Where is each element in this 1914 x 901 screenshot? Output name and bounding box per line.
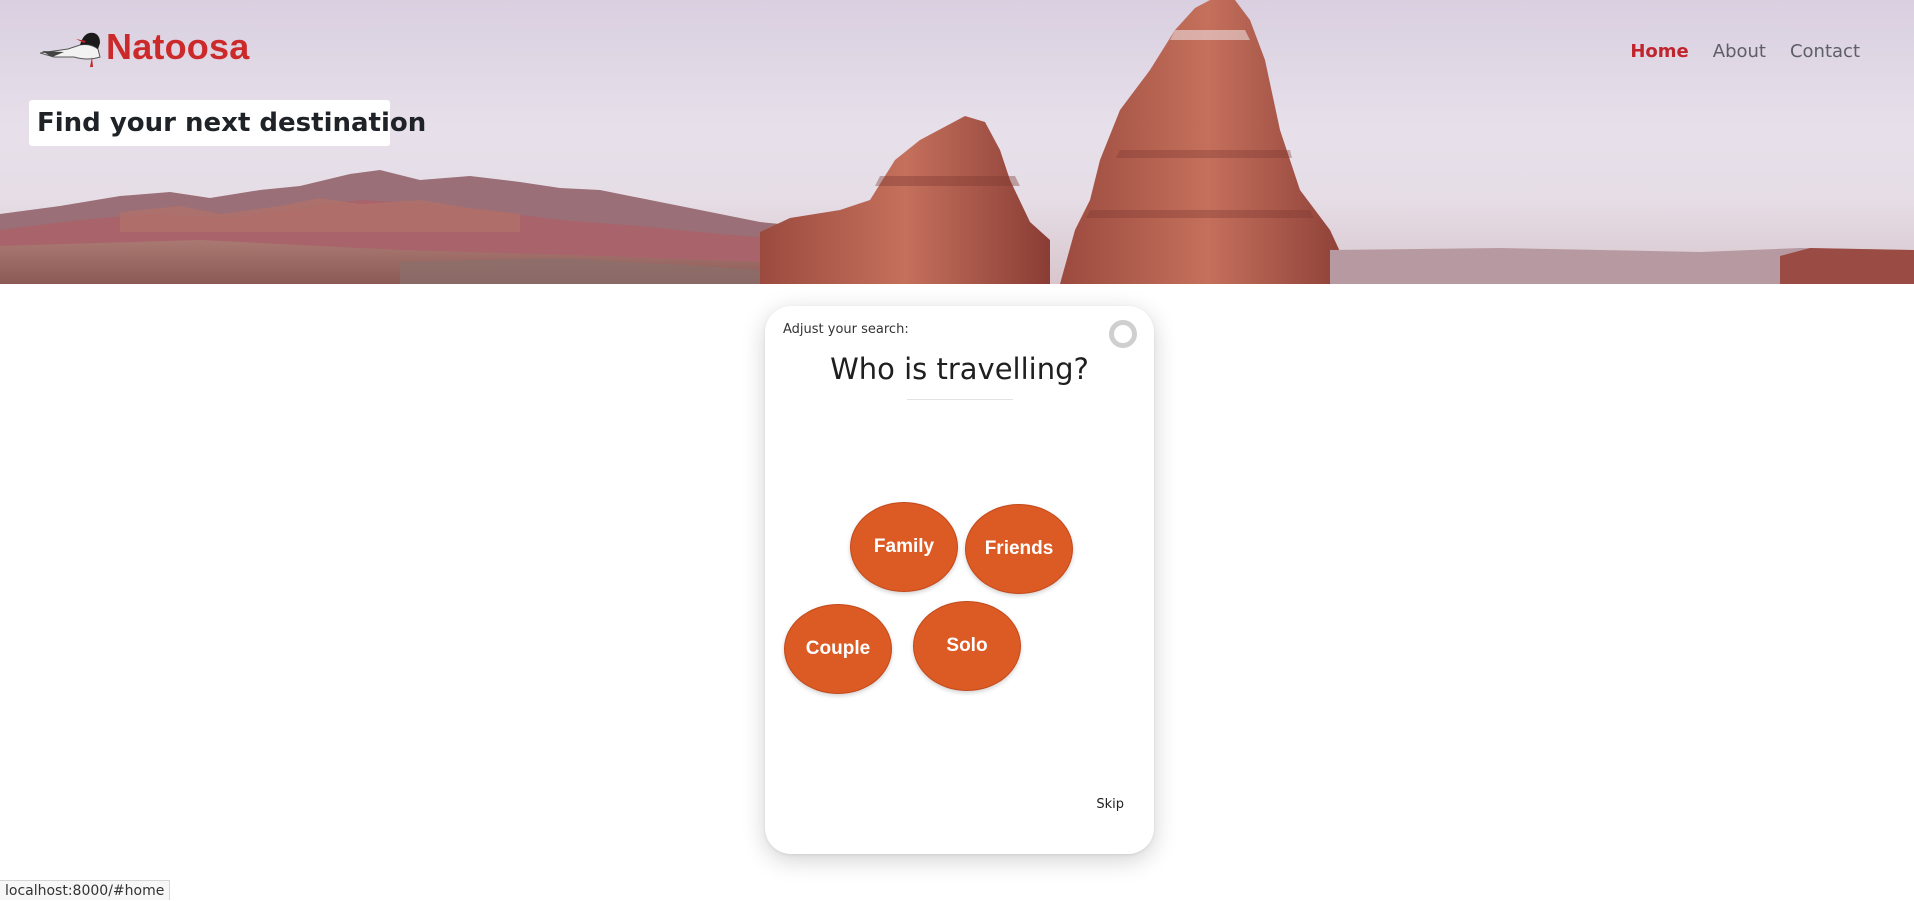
option-couple-button[interactable]: Couple — [784, 604, 892, 694]
bird-icon — [40, 27, 104, 67]
top-navigation: Home About Contact — [1630, 41, 1860, 62]
page-title: Find your next destination — [29, 100, 426, 146]
nav-contact-link[interactable]: Contact — [1790, 41, 1860, 62]
skip-button[interactable]: Skip — [1096, 797, 1124, 812]
search-adjust-card: Adjust your search: Who is travelling? F… — [765, 306, 1154, 854]
circle-close-icon[interactable] — [1109, 320, 1137, 348]
option-friends-button[interactable]: Friends — [965, 504, 1073, 594]
brand-logo[interactable]: Natoosa — [40, 22, 249, 72]
nav-home-link[interactable]: Home — [1630, 41, 1688, 62]
card-label: Adjust your search: — [783, 322, 909, 337]
option-solo-button[interactable]: Solo — [913, 601, 1021, 691]
status-bar-url: localhost:8000/#home — [0, 880, 171, 900]
nav-about-link[interactable]: About — [1713, 41, 1766, 62]
brand-name: Natoosa — [106, 26, 250, 67]
divider — [907, 399, 1013, 400]
option-family-button[interactable]: Family — [850, 502, 958, 592]
hero-banner: Natoosa Home About Contact Find your nex… — [0, 0, 1914, 284]
card-question: Who is travelling? — [830, 352, 1089, 386]
